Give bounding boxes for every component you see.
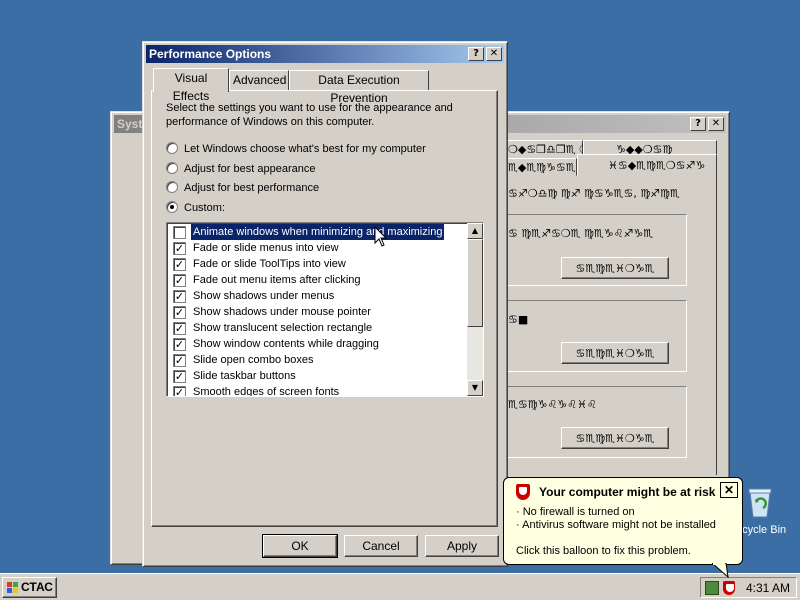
system-settings-button-3[interactable]: ♋♏♍♏♓❍♑♏ (561, 427, 669, 449)
system-tray: 4:31 AM (700, 577, 797, 598)
network-icon[interactable] (705, 581, 719, 595)
perf-titlebar[interactable]: Performance Options ? ✕ (146, 45, 504, 63)
system-title: Syst (117, 117, 143, 131)
recycle-bin-label: ecycle Bin (736, 524, 787, 536)
shield-icon (516, 484, 530, 500)
performance-options-window: Performance Options ? ✕ (142, 41, 508, 567)
system-tab-c[interactable]: ♏◆♏♍♑♋♏ (505, 158, 577, 176)
system-group-3-text: ♏♋♍♑♌♑♌♓♌ (508, 398, 597, 411)
balloon-line-1: · No firewall is turned on (516, 506, 635, 518)
balloon-close-button[interactable]: ✕ (720, 482, 738, 498)
close-icon[interactable]: ✕ (708, 117, 724, 131)
system-tab-d[interactable]: ♓♋◆♏♍♏❍♋♐♑ (577, 154, 717, 176)
system-group-1-text: ♋ ♍♏♐♋❍♏ ♍♏♑♌♐♑♏ (508, 227, 654, 240)
security-balloon[interactable]: Your computer might be at risk ✕ · No fi… (503, 477, 743, 565)
help-icon[interactable]: ? (690, 117, 706, 131)
security-shield-icon[interactable] (723, 581, 735, 595)
system-section-text: ♋♐❍♎♍ ♍♐ ♍♋♑♏♋, ♍♐♍♏ (508, 187, 680, 200)
close-icon: ✕ (723, 483, 735, 497)
windows-logo-icon (7, 582, 19, 593)
system-tab-a[interactable]: ❍◆♋❒♎❒♏ ❍♋ (505, 140, 599, 158)
system-settings-button-2[interactable]: ♋♏♍♏♓❍♑♏ (561, 342, 669, 364)
system-settings-button-1[interactable]: ♋♏♍♏♓❍♑♏ (561, 257, 669, 279)
balloon-line-2: · Antivirus software might not be instal… (516, 519, 716, 531)
close-icon[interactable]: ✕ (486, 47, 502, 61)
balloon-footer: Click this balloon to fix this problem. (516, 545, 691, 557)
clock: 4:31 AM (746, 581, 791, 595)
recycle-bin-icon (748, 488, 772, 518)
help-icon[interactable]: ? (468, 47, 484, 61)
balloon-pointer (712, 563, 729, 579)
start-button[interactable]: СТАС (2, 577, 57, 598)
taskbar: СТАС 4:31 AM (0, 573, 800, 600)
system-group-2-text: ♋■ (508, 313, 529, 326)
perf-title: Performance Options (149, 47, 272, 61)
recycle-bin[interactable]: ecycle Bin (736, 484, 800, 540)
balloon-title: Your computer might be at risk (539, 485, 716, 499)
